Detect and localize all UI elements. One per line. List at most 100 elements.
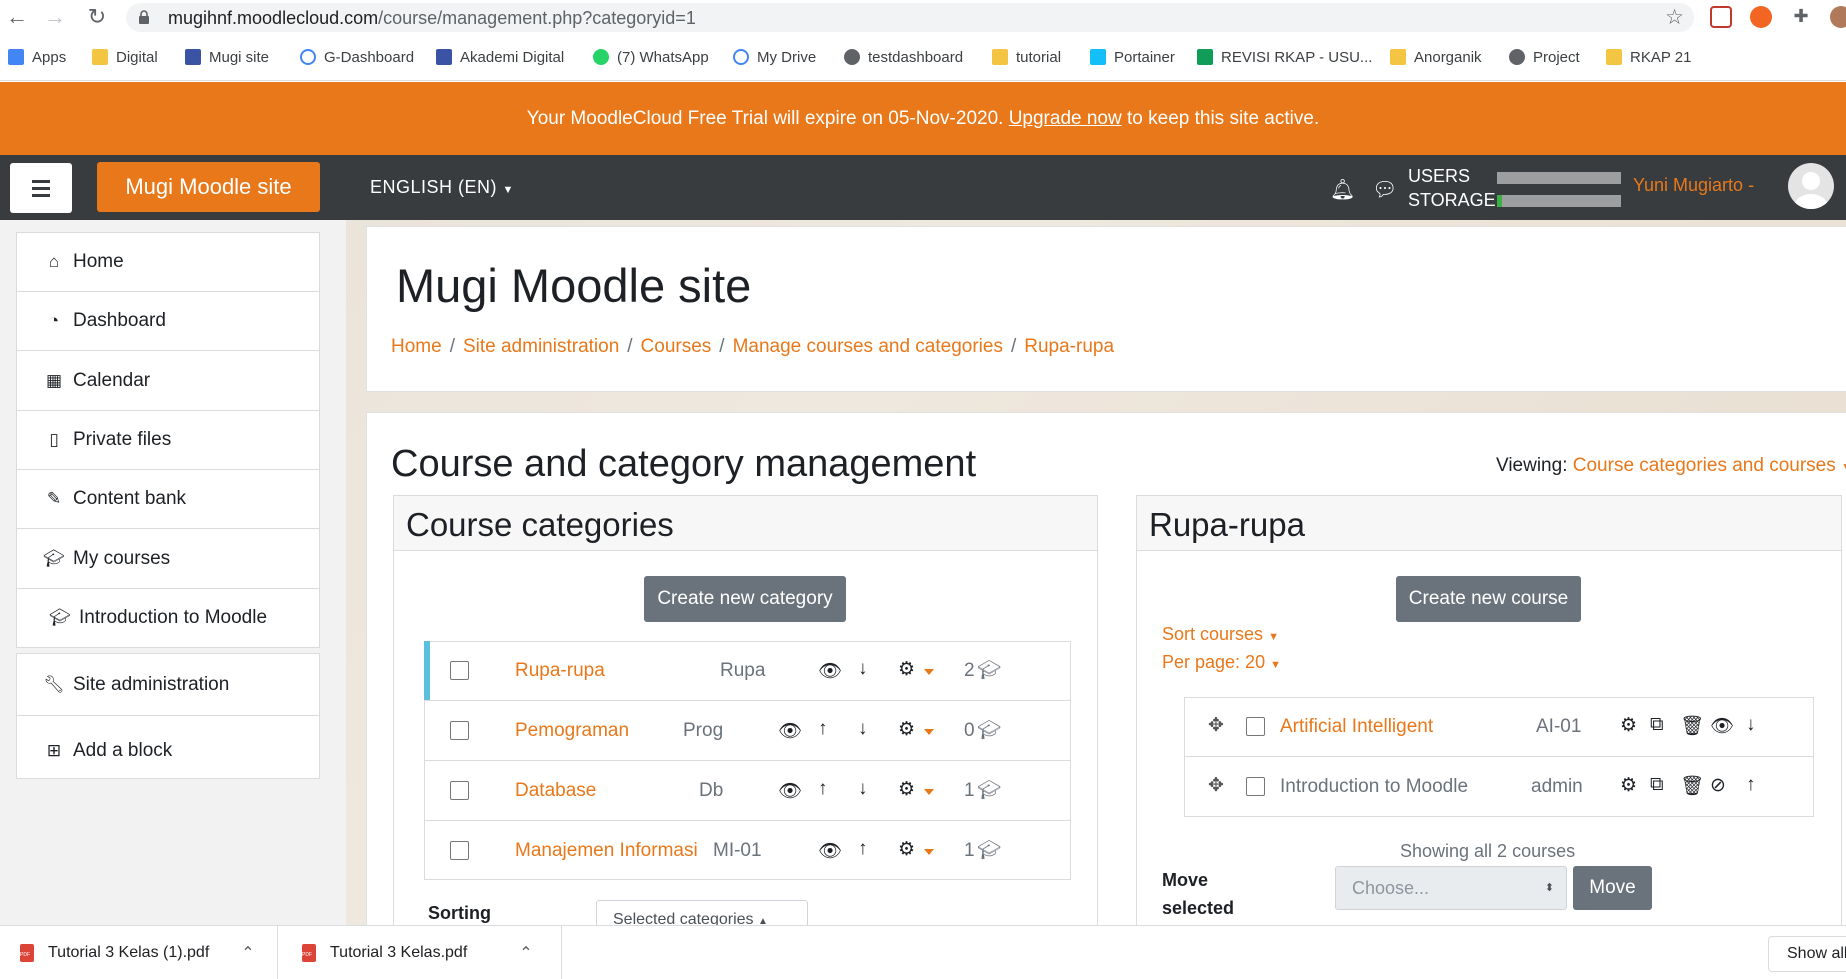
upgrade-link[interactable]: Upgrade now (1009, 108, 1122, 129)
bookmark-item[interactable]: Digital (92, 46, 158, 68)
per-page-menu[interactable]: Per page: 20 ▼ (1162, 652, 1281, 673)
breadcrumb-item[interactable]: Rupa-rupa (1024, 336, 1114, 357)
bookmark-item[interactable]: (7) WhatsApp (593, 46, 709, 68)
course-checkbox[interactable] (1246, 777, 1265, 796)
back-icon[interactable]: ← (4, 4, 30, 30)
eye-icon[interactable]: 👁︎ (1710, 714, 1734, 738)
category-checkbox[interactable] (450, 661, 469, 680)
bookmark-star-icon[interactable]: ☆ (1665, 5, 1684, 30)
move-handle-icon[interactable]: ✥ (1208, 714, 1224, 737)
arrow-up-icon[interactable]: ↑ (818, 718, 828, 740)
course-checkbox[interactable] (1246, 717, 1265, 736)
bookmark-item[interactable]: RKAP 21 (1606, 46, 1691, 68)
arrow-down-icon[interactable]: ↓ (858, 658, 868, 680)
move-button[interactable]: Move (1573, 866, 1652, 910)
gear-icon[interactable]: ⚙ (898, 838, 915, 861)
category-name-link[interactable]: Database (515, 780, 596, 802)
sidebar-item-home[interactable]: ⌂ Home (17, 233, 319, 292)
hamburger-menu-button[interactable] (10, 163, 72, 213)
gear-icon[interactable]: ⚙ (898, 658, 915, 681)
arrow-up-icon[interactable]: ↑ (858, 838, 868, 860)
sidebar-item-dashboard[interactable]: ◔ Dashboard (17, 292, 319, 352)
viewing-selector[interactable]: Viewing: Course categories and courses ▼ (1496, 455, 1846, 477)
arrow-down-icon[interactable]: ↓ (858, 778, 868, 800)
viewing-value[interactable]: Course categories and courses (1573, 455, 1836, 476)
move-handle-icon[interactable]: ✥ (1208, 774, 1224, 797)
chevron-up-icon[interactable]: ⌃ (241, 943, 254, 963)
course-name-link[interactable]: Artificial Intelligent (1280, 716, 1433, 738)
caret-down-icon[interactable] (924, 789, 934, 795)
site-name-button[interactable]: Mugi Moodle site (97, 162, 320, 212)
caret-down-icon[interactable] (924, 669, 934, 675)
copy-icon[interactable]: ⧉ (1650, 774, 1664, 796)
caret-down-icon[interactable] (924, 729, 934, 735)
sort-courses-menu[interactable]: Sort courses ▼ (1162, 624, 1279, 645)
trash-icon[interactable]: 🗑︎ (1680, 714, 1704, 738)
bookmark-item[interactable]: Project (1509, 46, 1580, 68)
category-checkbox[interactable] (450, 781, 469, 800)
category-checkbox[interactable] (450, 841, 469, 860)
reload-icon[interactable]: ↻ (84, 4, 110, 30)
arrow-down-icon[interactable]: ↓ (858, 718, 868, 740)
profile-avatar-icon[interactable] (1830, 6, 1846, 28)
create-category-button[interactable]: Create new category (644, 576, 846, 622)
breadcrumb-item[interactable]: Courses (641, 336, 712, 357)
category-name-link[interactable]: Rupa-rupa (515, 660, 605, 682)
eye-slash-icon[interactable]: ⊘ (1710, 774, 1726, 797)
bookmark-item[interactable]: My Drive (733, 46, 816, 68)
breadcrumb-item[interactable]: Site administration (463, 336, 619, 357)
sidebar-item-content-bank[interactable]: ✎ Content bank (17, 470, 319, 530)
address-bar[interactable]: mugihnf.moodlecloud.com/course/managemen… (126, 3, 1694, 32)
user-avatar[interactable] (1788, 163, 1834, 209)
bookmark-item[interactable]: Portainer (1090, 46, 1175, 68)
extensions-puzzle-icon[interactable]: ✚ (1790, 6, 1812, 28)
category-name-link[interactable]: Pemograman (515, 720, 629, 742)
eye-icon[interactable]: 👁︎ (818, 839, 842, 863)
bookmark-item[interactable]: Apps (8, 46, 66, 68)
move-target-select[interactable]: Choose... ⬍ (1335, 866, 1567, 910)
sidebar-item-my-courses[interactable]: 🎓︎ My courses (17, 530, 319, 589)
caret-down-icon[interactable] (924, 849, 934, 855)
chevron-up-icon[interactable]: ⌃ (519, 943, 532, 963)
extension-plus-icon[interactable] (1750, 6, 1772, 28)
breadcrumb-item[interactable]: Home (391, 336, 442, 357)
user-menu-name[interactable]: Yuni Mugiarto - (1633, 175, 1754, 196)
sidebar-item-add-a-block[interactable]: ⊞ Add a block (17, 720, 319, 782)
sidebar-item-site-administration[interactable]: 🔧︎ Site administration (17, 654, 319, 716)
eye-icon[interactable]: 👁︎ (778, 779, 802, 803)
gear-icon[interactable]: ⚙ (898, 778, 915, 801)
bookmark-item[interactable]: G-Dashboard (300, 46, 414, 68)
arrow-up-icon[interactable]: ↑ (1746, 774, 1756, 796)
bookmark-item[interactable]: Mugi site (185, 46, 269, 68)
notification-bell-icon[interactable]: 🔔︎ (1330, 177, 1355, 202)
forward-icon[interactable]: → (42, 4, 68, 30)
bookmark-item[interactable]: tutorial (992, 46, 1061, 68)
gear-icon[interactable]: ⚙ (1620, 714, 1637, 737)
download-item[interactable]: Tutorial 3 Kelas (1).pdf ⌃ (20, 940, 255, 966)
category-name-link[interactable]: Manajemen Informasi (515, 840, 698, 862)
extension-pocket-icon[interactable] (1710, 6, 1732, 28)
language-menu[interactable]: ENGLISH (EN) ▼ (370, 177, 514, 198)
messages-icon[interactable]: 💬︎ (1372, 177, 1397, 202)
eye-icon[interactable]: 👁︎ (818, 659, 842, 683)
bookmark-item[interactable]: testdashboard (844, 46, 963, 68)
arrow-down-icon[interactable]: ↓ (1746, 714, 1756, 736)
eye-icon[interactable]: 👁︎ (778, 719, 802, 743)
bookmark-item[interactable]: Anorganik (1390, 46, 1482, 68)
trash-icon[interactable]: 🗑︎ (1680, 774, 1704, 798)
bookmark-item[interactable]: REVISI RKAP - USU... (1197, 46, 1372, 68)
arrow-up-icon[interactable]: ↑ (818, 778, 828, 800)
gear-icon[interactable]: ⚙ (1620, 774, 1637, 797)
create-course-button[interactable]: Create new course (1396, 576, 1581, 622)
bookmark-item[interactable]: Akademi Digital (436, 46, 564, 68)
breadcrumb-item[interactable]: Manage courses and categories (733, 336, 1003, 357)
download-item[interactable]: Tutorial 3 Kelas.pdf ⌃ (302, 940, 533, 966)
gear-icon[interactable]: ⚙ (898, 718, 915, 741)
category-checkbox[interactable] (450, 721, 469, 740)
course-name-link[interactable]: Introduction to Moodle (1280, 776, 1468, 798)
sidebar-item-private-files[interactable]: ▯ Private files (17, 411, 319, 470)
sidebar-item-calendar[interactable]: ▦ Calendar (17, 352, 319, 411)
copy-icon[interactable]: ⧉ (1650, 714, 1664, 736)
show-all-downloads-button[interactable]: Show all (1768, 936, 1846, 972)
sidebar-item-introduction-to-moodle[interactable]: 🎓︎ Introduction to Moodle (17, 589, 319, 648)
